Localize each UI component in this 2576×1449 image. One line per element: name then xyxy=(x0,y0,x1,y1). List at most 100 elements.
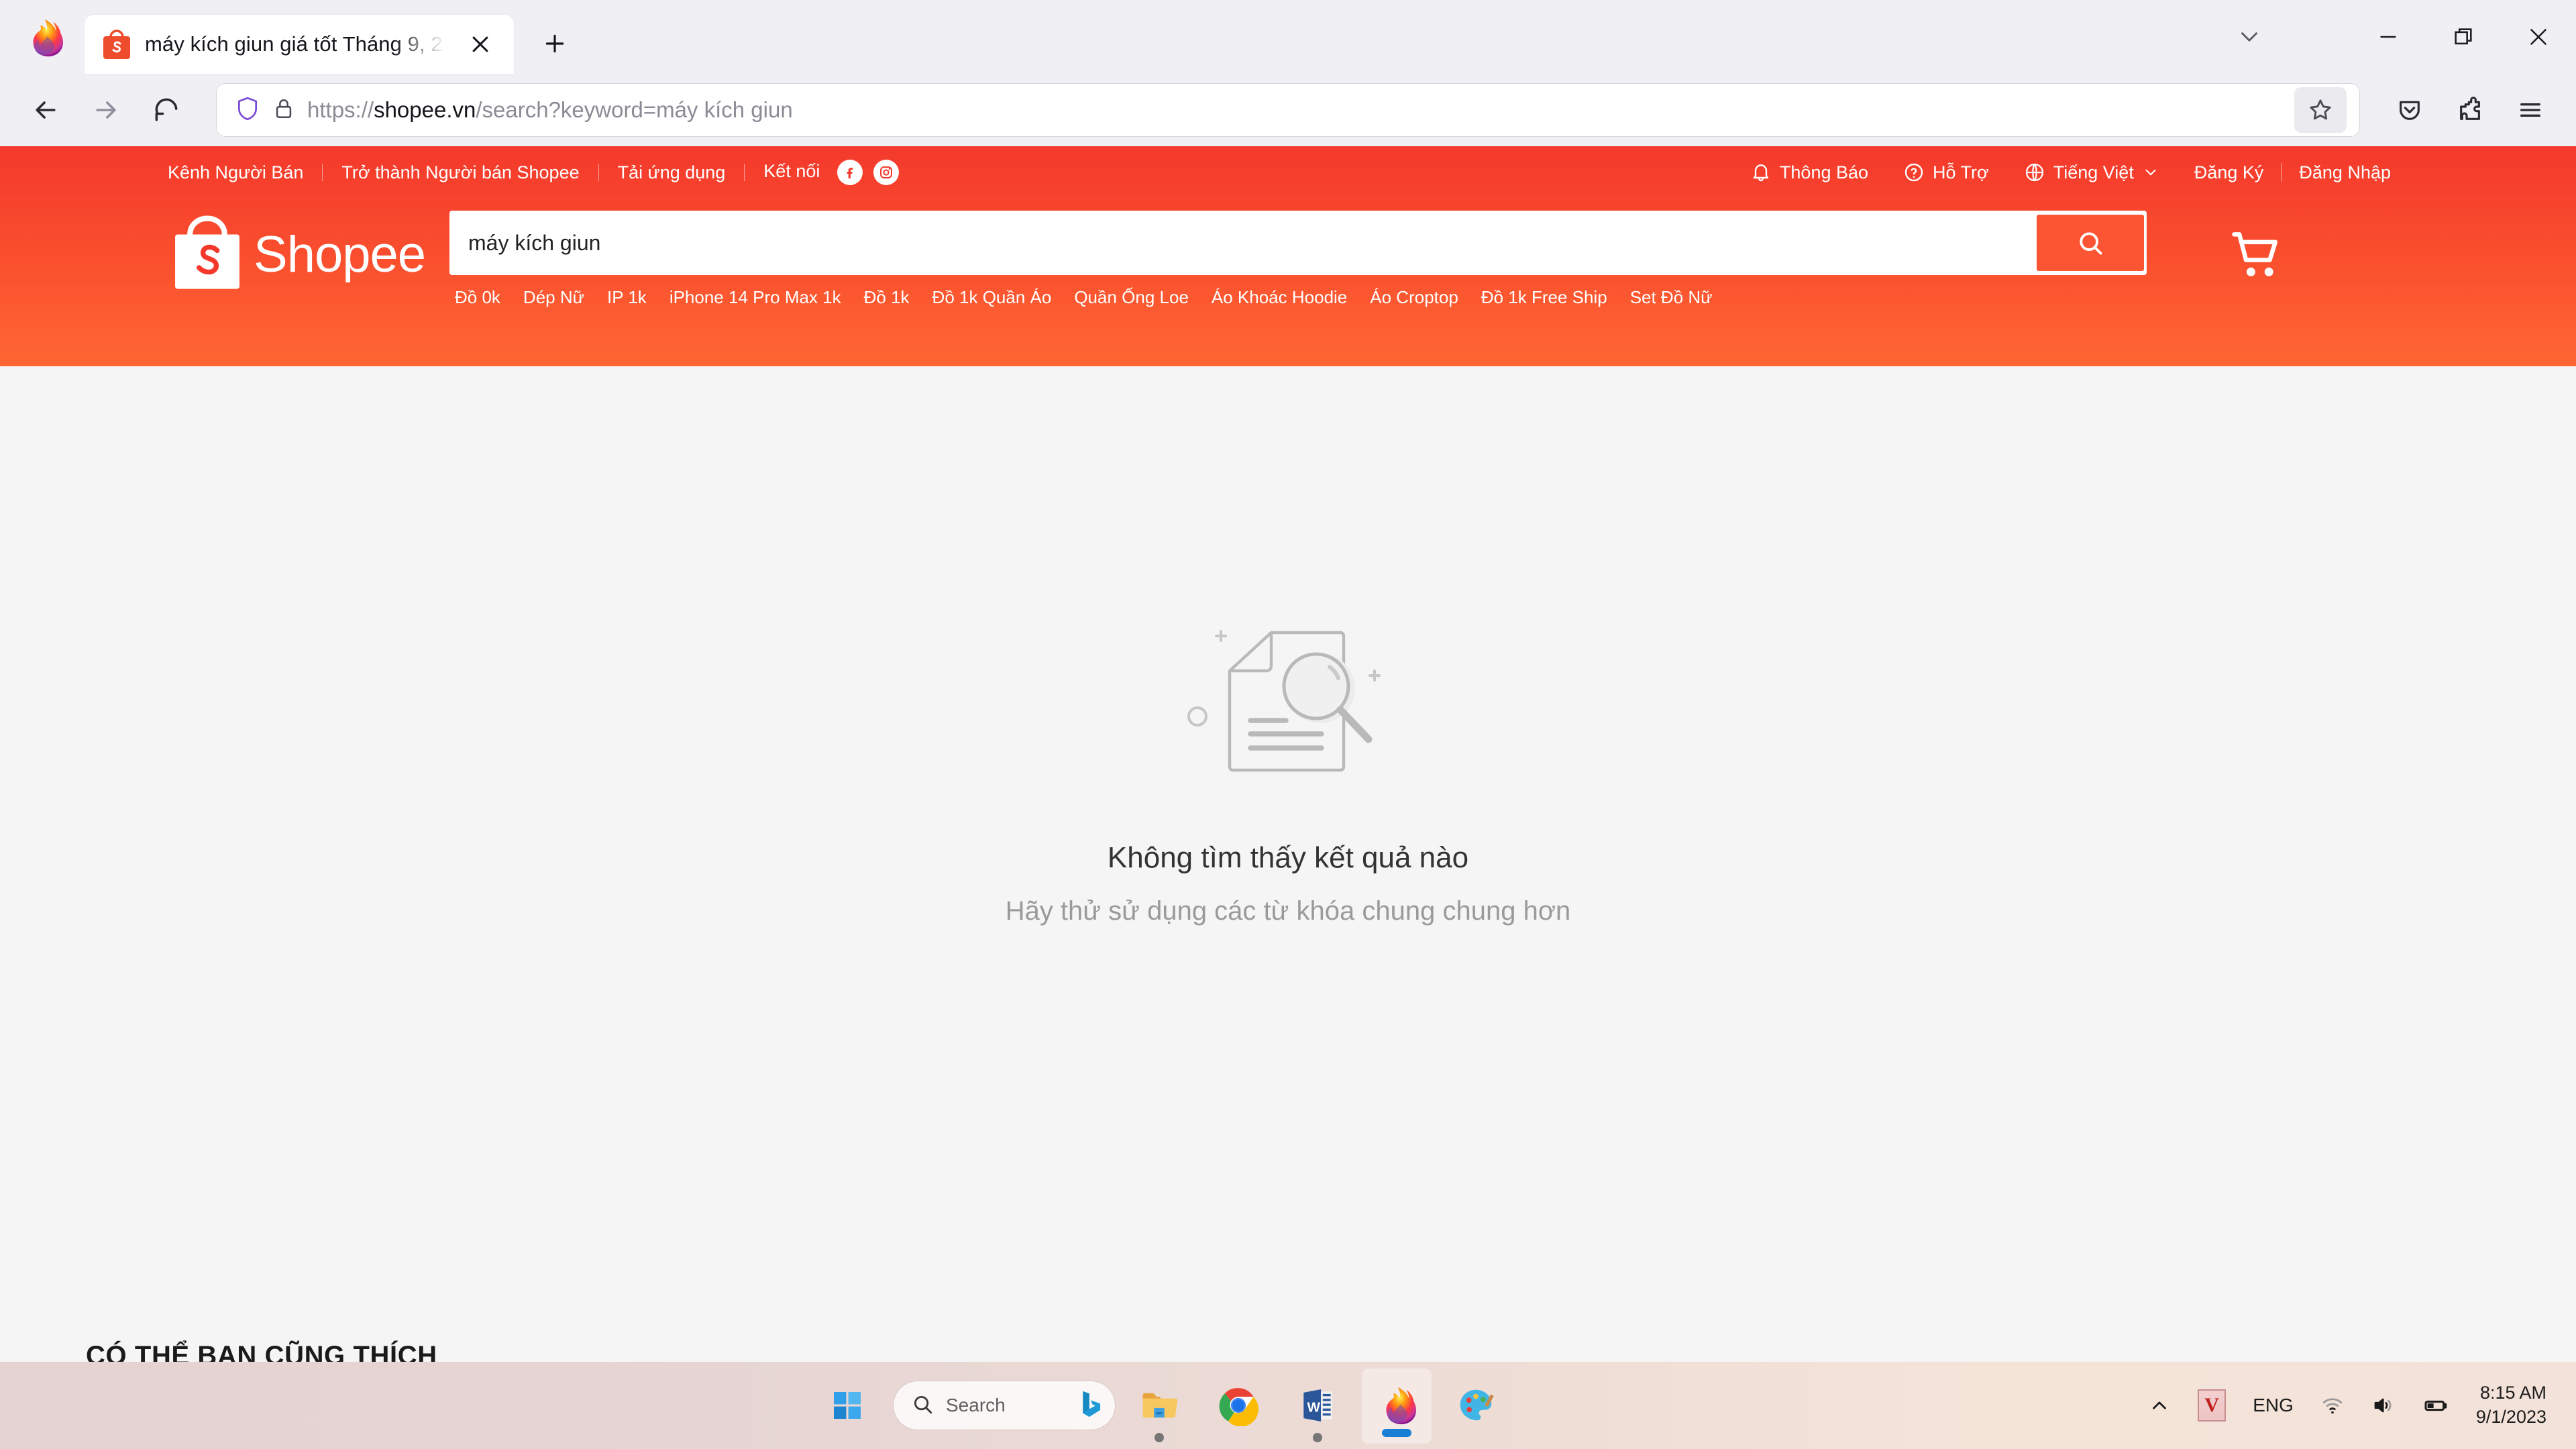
clock-date: 9/1/2023 xyxy=(2476,1405,2546,1430)
reload-button-icon[interactable] xyxy=(138,82,195,138)
browser-tab-active[interactable]: máy kích giun giá tốt Tháng 9, 2 xyxy=(85,15,514,74)
shopee-favicon-icon xyxy=(102,28,131,60)
volume-icon[interactable] xyxy=(2358,1362,2409,1449)
shopee-bag-icon xyxy=(168,215,247,294)
firefox-window: máy kích giun giá tốt Tháng 9, 2 xyxy=(0,0,2576,1362)
window-controls xyxy=(2206,0,2576,74)
windows-taskbar: Search xyxy=(0,1362,2576,1449)
taskbar-app-file-explorer[interactable] xyxy=(1124,1362,1194,1449)
tag-do-1k-free-ship[interactable]: Đồ 1k Free Ship xyxy=(1481,287,1607,308)
shopee-header-main: Shopee Đồ 0k Dép Nữ IP 1k iPhone 14 Pro … xyxy=(168,195,2408,308)
nav-download-app[interactable]: Tải ứng dụng xyxy=(599,162,745,183)
shopee-logo-text: Shopee xyxy=(254,225,425,284)
cart-area xyxy=(2147,211,2368,289)
url-text: https://shopee.vn/search?keyword=máy kíc… xyxy=(307,97,2282,123)
system-tray: V ENG 8:15 AM xyxy=(2135,1362,2576,1449)
empty-state-subtitle: Hãy thử sử dụng các từ khóa chung chung … xyxy=(1006,896,1571,926)
bookmark-star-icon[interactable] xyxy=(2294,87,2347,133)
start-button[interactable] xyxy=(818,1362,876,1449)
tag-dep-nu[interactable]: Dép Nữ xyxy=(523,287,584,308)
save-to-pocket-icon[interactable] xyxy=(2381,82,2438,138)
language-selector[interactable]: Tiếng Việt xyxy=(2006,162,2177,183)
taskbar-search-placeholder: Search xyxy=(946,1395,1073,1416)
taskbar-clock[interactable]: 8:15 AM 9/1/2023 xyxy=(2463,1381,2564,1429)
tag-ao-khoac-hoodie[interactable]: Áo Khoác Hoodie xyxy=(1212,287,1347,308)
lock-icon[interactable] xyxy=(272,97,295,123)
login-link[interactable]: Đăng Nhập xyxy=(2282,162,2408,183)
keyboard-language-indicator[interactable]: ENG xyxy=(2239,1362,2307,1449)
tray-overflow-chevron-icon[interactable] xyxy=(2135,1362,2184,1449)
list-all-tabs-icon[interactable] xyxy=(2206,0,2293,74)
app-active-indicator xyxy=(1382,1429,1411,1437)
search-box xyxy=(449,211,2147,275)
empty-state-title: Không tìm thấy kết quả nào xyxy=(1108,841,1468,875)
register-link[interactable]: Đăng Ký xyxy=(2177,162,2282,183)
tag-set-do-nu[interactable]: Set Đồ Nữ xyxy=(1630,287,1713,308)
facebook-icon[interactable] xyxy=(837,160,863,185)
minimize-window-icon[interactable] xyxy=(2351,0,2426,74)
battery-icon[interactable] xyxy=(2409,1362,2463,1449)
taskbar-center: Search xyxy=(818,1362,1511,1449)
top-nav-right: Thông Báo Hỗ Trợ Tiếng Việt Đăng Ký Đăng… xyxy=(1733,162,2408,183)
empty-search-results: Không tìm thấy kết quả nào Hãy thử sử dụ… xyxy=(0,366,2576,926)
shopping-cart-icon[interactable] xyxy=(2226,224,2288,289)
nav-connect: Kết nối xyxy=(745,160,918,185)
taskbar-app-google-chrome[interactable] xyxy=(1203,1362,1273,1449)
tag-ao-croptop[interactable]: Áo Croptop xyxy=(1370,287,1458,308)
restore-window-icon[interactable] xyxy=(2426,0,2501,74)
app-running-indicator xyxy=(1155,1433,1164,1442)
forward-button-icon xyxy=(78,82,134,138)
taskbar-app-mozilla-firefox[interactable] xyxy=(1362,1368,1432,1444)
social-links xyxy=(837,160,899,185)
tag-do-1k-quan-ao[interactable]: Đồ 1k Quần Áo xyxy=(932,287,1052,308)
tracking-protection-shield-icon[interactable] xyxy=(235,96,260,125)
close-window-icon[interactable] xyxy=(2501,0,2576,74)
bing-chat-icon[interactable] xyxy=(1073,1387,1108,1425)
tab-title: máy kích giun giá tốt Tháng 9, 2 xyxy=(145,32,448,56)
app-running-indicator xyxy=(1313,1433,1322,1442)
nav-seller-channel[interactable]: Kênh Người Bán xyxy=(168,162,322,183)
search-input[interactable] xyxy=(452,231,2037,256)
tag-quan-ong-loe[interactable]: Quần Ống Loe xyxy=(1074,287,1189,308)
notifications-link[interactable]: Thông Báo xyxy=(1733,162,1886,183)
unikey-label: V xyxy=(2198,1389,2226,1421)
taskbar-app-microsoft-paint[interactable] xyxy=(1441,1362,1511,1449)
top-nav-left: Kênh Người Bán Trở thành Người bán Shope… xyxy=(168,160,918,185)
search-area: Đồ 0k Dép Nữ IP 1k iPhone 14 Pro Max 1k … xyxy=(449,211,2147,308)
shopee-logo[interactable]: Shopee xyxy=(168,211,449,294)
back-button-icon[interactable] xyxy=(17,82,74,138)
firefox-logo-icon xyxy=(23,17,64,59)
taskbar-app-microsoft-word[interactable]: W xyxy=(1283,1362,1352,1449)
shopee-header: Kênh Người Bán Trở thành Người bán Shope… xyxy=(0,146,2576,366)
notifications-label: Thông Báo xyxy=(1780,162,1868,183)
wifi-icon[interactable] xyxy=(2307,1362,2358,1449)
taskbar-search-box[interactable]: Search xyxy=(894,1381,1115,1430)
extensions-puzzle-icon[interactable] xyxy=(2442,82,2498,138)
no-results-illustration-icon xyxy=(1181,614,1395,794)
tag-do-1k[interactable]: Đồ 1k xyxy=(864,287,910,308)
tag-iphone-14-pro-max-1k[interactable]: iPhone 14 Pro Max 1k xyxy=(669,287,841,308)
svg-text:W: W xyxy=(1307,1399,1321,1415)
shopee-page: Kênh Người Bán Trở thành Người bán Shope… xyxy=(0,146,2576,1362)
help-label: Hỗ Trợ xyxy=(1933,162,1989,183)
search-suggestion-tags: Đồ 0k Dép Nữ IP 1k iPhone 14 Pro Max 1k … xyxy=(449,275,2147,308)
nav-become-seller[interactable]: Trở thành Người bán Shopee xyxy=(323,162,598,183)
application-menu-icon[interactable] xyxy=(2502,82,2559,138)
search-button[interactable] xyxy=(2037,215,2144,271)
clock-time: 8:15 AM xyxy=(2476,1381,2546,1405)
tag-do-0k[interactable]: Đồ 0k xyxy=(455,287,500,308)
close-tab-icon[interactable] xyxy=(462,25,499,63)
language-label: Tiếng Việt xyxy=(2053,162,2134,183)
address-bar[interactable]: https://shopee.vn/search?keyword=máy kíc… xyxy=(216,83,2360,137)
chevron-down-icon xyxy=(2142,164,2159,181)
search-icon xyxy=(911,1393,934,1419)
instagram-icon[interactable] xyxy=(873,160,899,185)
shopee-top-nav: Kênh Người Bán Trở thành Người bán Shope… xyxy=(168,146,2408,195)
new-tab-button[interactable] xyxy=(529,17,581,70)
tag-ip-1k[interactable]: IP 1k xyxy=(607,287,647,308)
help-link[interactable]: Hỗ Trợ xyxy=(1886,162,2006,183)
you-may-also-like-heading: CÓ THỂ BẠN CŨNG THÍCH xyxy=(86,1341,437,1362)
tab-strip: máy kích giun giá tốt Tháng 9, 2 xyxy=(0,0,2576,74)
navigation-toolbar: https://shopee.vn/search?keyword=máy kíc… xyxy=(0,74,2576,146)
unikey-tray-icon[interactable]: V xyxy=(2184,1362,2239,1449)
